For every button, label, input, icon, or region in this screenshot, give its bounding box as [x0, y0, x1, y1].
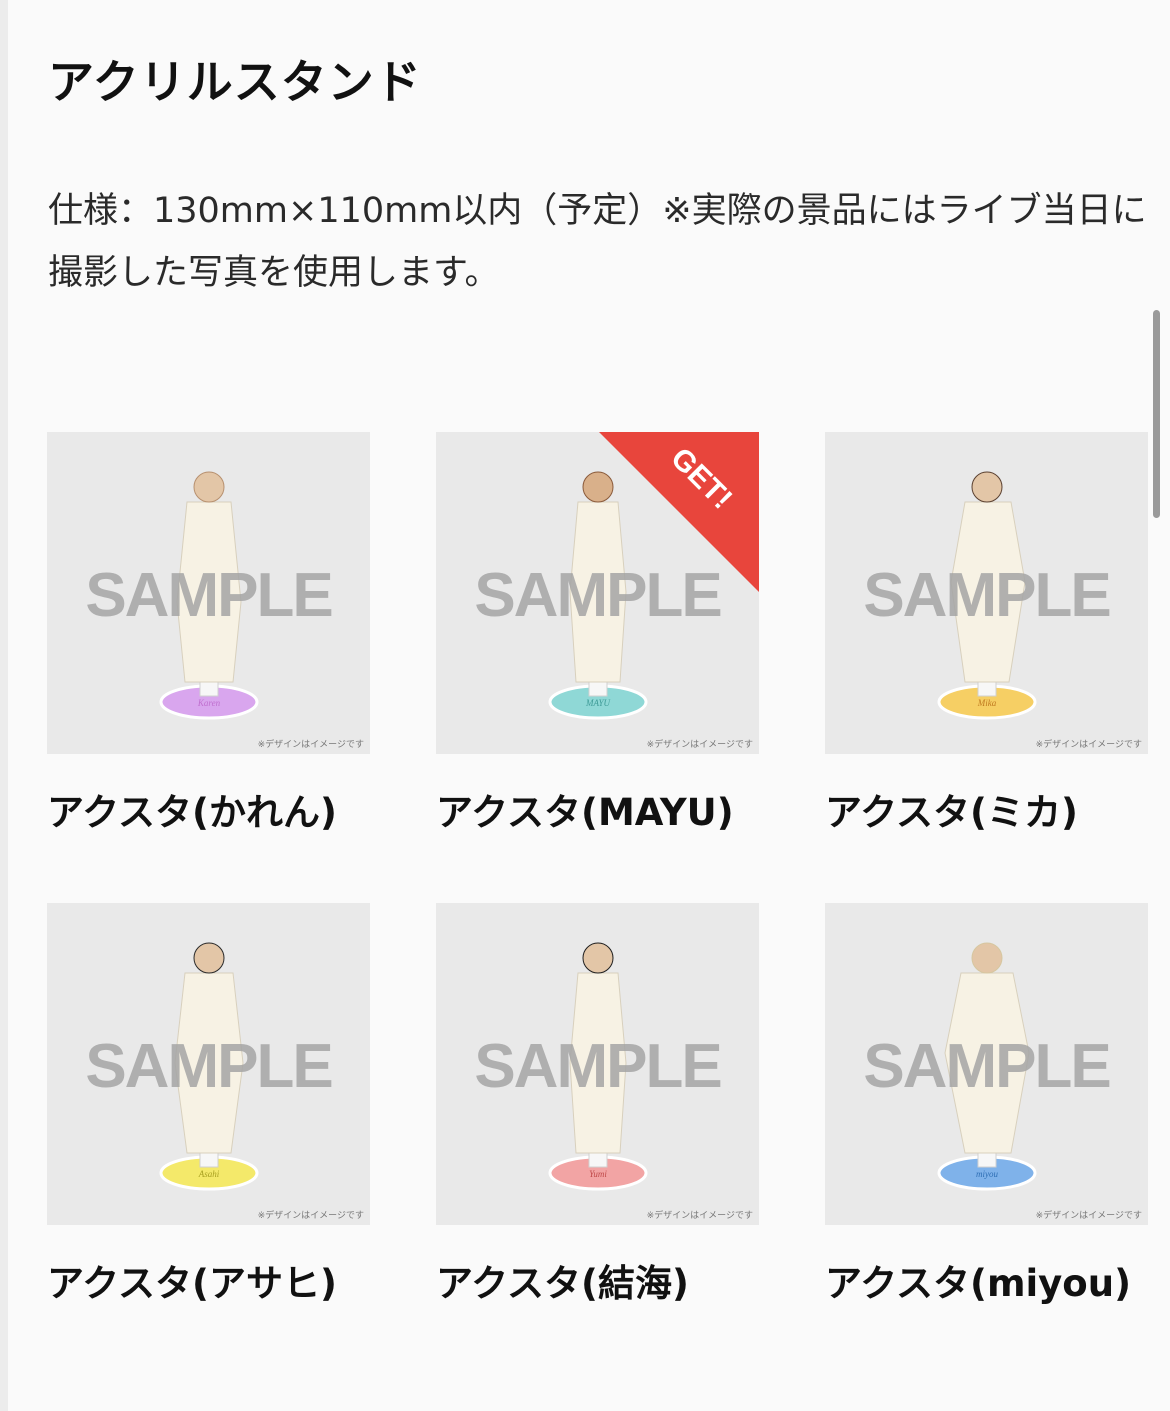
product-label[interactable]: アクスタ(結海) [436, 1253, 689, 1307]
sample-watermark: SAMPLE [85, 561, 333, 630]
product-label[interactable]: アクスタ(アサヒ) [47, 1253, 337, 1307]
stand-name: Yumi [589, 1169, 607, 1179]
image-note: ※デザインはイメージです [646, 1211, 753, 1221]
image-note: ※デザインはイメージです [1035, 740, 1142, 750]
stand-name: Asahi [198, 1169, 220, 1179]
product-image[interactable]: Yumi SAMPLE ※デザインはイメージです [436, 903, 759, 1225]
product-image[interactable]: Asahi SAMPLE ※デザインはイメージです [47, 903, 370, 1225]
stand-name: Mika [977, 698, 997, 708]
sample-watermark: SAMPLE [474, 561, 722, 630]
sample-watermark: SAMPLE [85, 1032, 333, 1101]
image-note: ※デザインはイメージです [257, 1211, 364, 1221]
stand-name: Karen [197, 698, 221, 708]
section-title: アクリルスタンド [48, 55, 422, 109]
figure-head [971, 942, 1003, 974]
product-image[interactable]: Karen SAMPLE ※デザインはイメージです [47, 432, 370, 754]
figure-head [971, 471, 1003, 503]
product-image[interactable]: MAYU SAMPLE GET! ※デザインはイメージです [436, 432, 759, 754]
scrollbar[interactable] [1153, 310, 1160, 518]
spec-description: 仕様：130mm×110mm以内（予定）※実際の景品にはライブ当日に撮影した写真… [48, 191, 1147, 293]
image-note: ※デザインはイメージです [257, 740, 364, 750]
product-label[interactable]: アクスタ(ミカ) [825, 782, 1078, 836]
figure-head [582, 942, 614, 974]
left-edge [0, 0, 8, 1411]
figure-head [193, 471, 225, 503]
stand-name: miyou [976, 1169, 998, 1179]
sample-watermark: SAMPLE [863, 561, 1111, 630]
product-label[interactable]: アクスタ(かれん) [47, 782, 337, 836]
product-image[interactable]: miyou SAMPLE ※デザインはイメージです [825, 903, 1148, 1225]
image-note: ※デザインはイメージです [646, 740, 753, 750]
image-note: ※デザインはイメージです [1035, 1211, 1142, 1221]
figure-head [193, 942, 225, 974]
sample-watermark: SAMPLE [474, 1032, 722, 1101]
sample-watermark: SAMPLE [863, 1032, 1111, 1101]
product-label[interactable]: アクスタ(MAYU) [436, 782, 734, 836]
product-label[interactable]: アクスタ(miyou) [825, 1253, 1131, 1307]
stand-name: MAYU [585, 698, 611, 708]
product-image[interactable]: Mika SAMPLE ※デザインはイメージです [825, 432, 1148, 754]
figure-head [582, 471, 614, 503]
